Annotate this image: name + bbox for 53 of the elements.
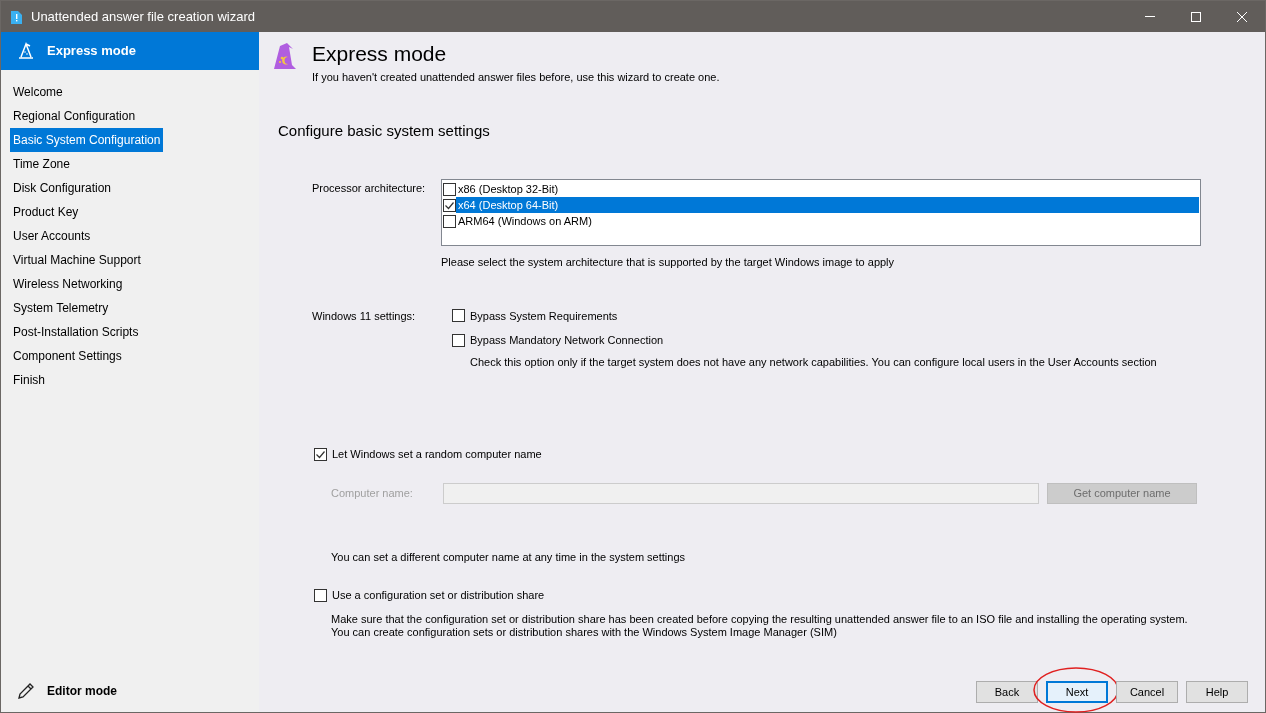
checkbox-label[interactable]: Bypass System Requirements [470,307,618,324]
sidebar-step[interactable]: Component Settings [10,344,125,368]
sidebar-step[interactable]: Regional Configuration [10,104,139,128]
minimize-icon [1145,16,1155,17]
dialog-button[interactable]: Back [976,681,1038,703]
checkbox[interactable] [443,198,456,212]
architecture-hint: Please select the system architecture that is supported by the target Windows image to apply [441,255,896,270]
sidebar-step[interactable]: Finish [10,368,48,392]
section-title: Configure basic system settings [278,120,491,141]
sidebar-step[interactable]: Time Zone [10,152,73,176]
checkbox[interactable] [452,333,465,347]
sidebar-step[interactable]: User Accounts [10,224,94,248]
sidebar-step[interactable]: Disk Configuration [10,176,115,200]
architecture-list[interactable]: x86 (Desktop 32-Bit) x64 (Desktop 64-Bit) ARM64 (Windows on ARM) [441,179,1201,246]
computer-name-note: You can set a different computer name at any time in the system settings [331,549,687,565]
list-item[interactable]: x64 (Desktop 64-Bit) [456,197,1199,213]
share-note-line: You can create configuration sets or distribution shares with the Windows System Image Manager (SIM) [331,625,838,639]
document-icon [11,9,22,24]
wizard-hat-icon [17,42,35,60]
dialog-button[interactable]: Next [1046,681,1108,703]
page-subtitle: If you haven't created unattended answer files before, use this wizard to create one. [312,70,720,85]
checkbox[interactable] [443,214,456,228]
sidebar-header-label: Express mode [47,42,136,61]
checkbox[interactable] [314,588,327,602]
editor-mode-link[interactable]: Editor mode [47,682,117,700]
pencil-icon [17,682,35,700]
wizard-hat-icon [271,42,299,70]
close-icon [1237,11,1247,22]
checkbox-label[interactable]: Let Windows set a random computer name [332,446,542,463]
dialog-button[interactable]: Cancel [1116,681,1178,703]
checkbox[interactable] [452,309,465,323]
page-title: Express mode [312,41,448,67]
field-label: Windows 11 settings: [312,308,417,324]
checkbox[interactable] [314,447,327,461]
sidebar-step[interactable]: Virtual Machine Support [10,248,144,272]
sidebar-step[interactable]: Post-Installation Scripts [10,320,142,344]
list-item[interactable]: ARM64 (Windows on ARM) [456,213,1199,229]
checkbox-label[interactable]: Use a configuration set or distribution share [332,587,545,604]
checkbox[interactable] [443,182,456,196]
checkbox-label[interactable]: Bypass Mandatory Network Connection [470,332,664,349]
sidebar-step[interactable]: System Telemetry [10,296,112,320]
list-item[interactable]: x86 (Desktop 32-Bit) [456,181,1199,197]
sidebar-step[interactable]: Welcome [10,80,66,104]
dialog-button[interactable]: Help [1186,681,1248,703]
maximize-icon [1191,11,1201,22]
sidebar-step[interactable]: Product Key [10,200,82,224]
sidebar-step[interactable]: Wireless Networking [10,272,126,296]
sidebar-step[interactable]: Basic System Configuration [10,128,164,152]
window-title: Unattended answer file creation wizard [31,7,255,26]
network-note: Check this option only if the target system does not have any network capabilities. You can configure local users in the User Accounts section [470,354,1158,370]
share-note-line: Make sure that the configuration set or distribution share has been created before copying the resulting unattended answer file to an ISO file and installing the operating system. [331,612,1189,626]
field-label: Computer name: [331,485,414,501]
field-label: Processor architecture: [312,181,427,196]
